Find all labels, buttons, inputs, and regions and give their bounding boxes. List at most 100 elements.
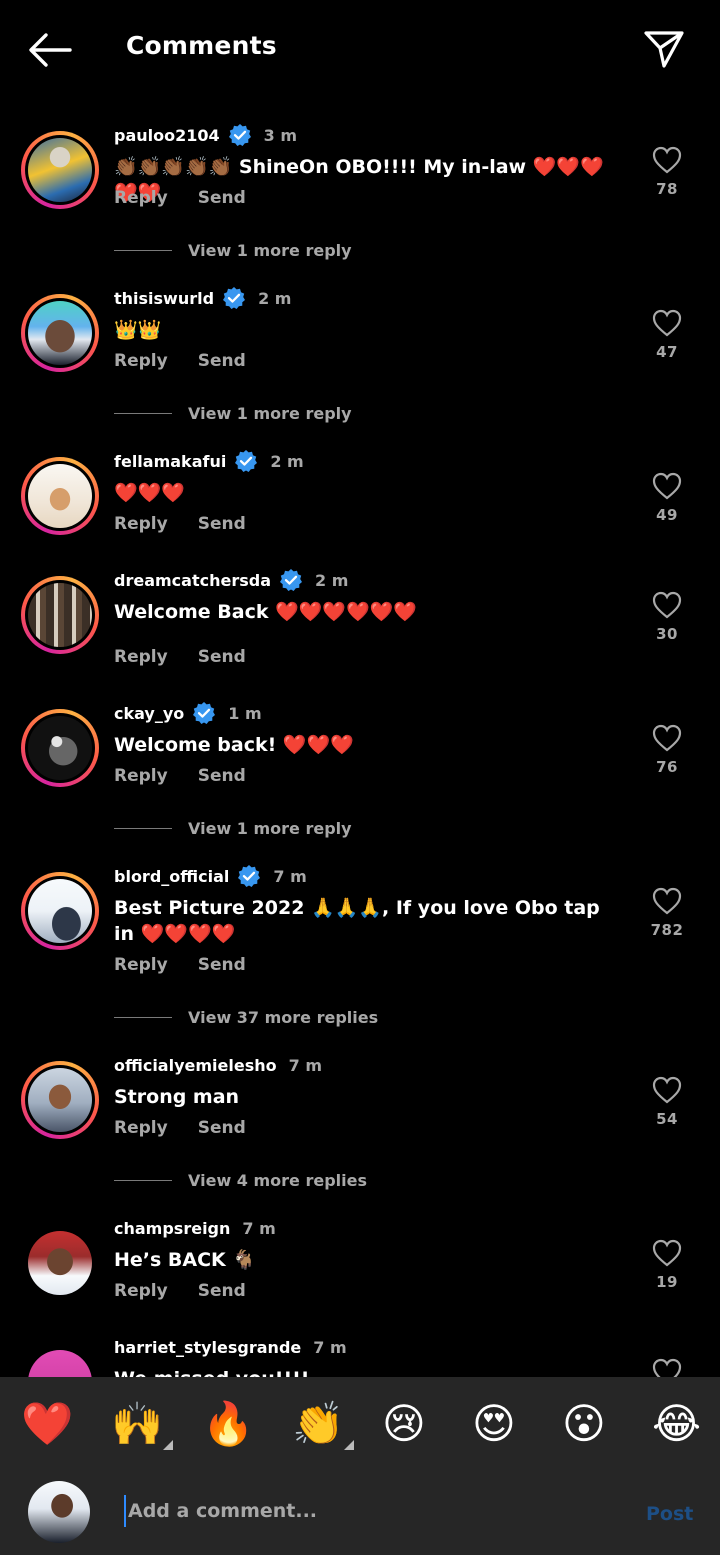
- reply-button[interactable]: Reply: [114, 514, 168, 534]
- comment-username[interactable]: thisiswurld: [114, 289, 214, 308]
- view-more-replies-label: View 37 more replies: [188, 1008, 379, 1027]
- view-more-replies-label: View 1 more reply: [188, 404, 352, 423]
- send-button[interactable]: Send: [198, 514, 246, 534]
- like-button[interactable]: 30: [648, 591, 686, 643]
- reply-button[interactable]: Reply: [114, 188, 168, 208]
- like-count: 78: [656, 180, 678, 198]
- like-button[interactable]: 47: [648, 309, 686, 361]
- comment-composer: Post: [0, 1469, 720, 1555]
- current-user-avatar: [28, 1481, 90, 1543]
- send-button[interactable]: Send: [198, 188, 246, 208]
- story-avatar[interactable]: [21, 872, 99, 950]
- reply-divider: [114, 1017, 172, 1018]
- avatar[interactable]: [21, 1343, 99, 1377]
- page-title: Comments: [126, 31, 277, 60]
- story-avatar[interactable]: [21, 294, 99, 372]
- heart-icon: [652, 1239, 682, 1267]
- comment-username[interactable]: officialyemielesho: [114, 1056, 277, 1075]
- emoji-heart-eyes[interactable]: 😍: [472, 1400, 516, 1448]
- emoji-fire[interactable]: 🔥: [202, 1400, 254, 1448]
- skin-tone-indicator-icon: [163, 1440, 174, 1450]
- emoji-reaction-bar: ❤️ 🙌 🔥 👏 😢 😍 😮 😂: [0, 1377, 720, 1469]
- view-more-replies[interactable]: View 4 more replies: [114, 1171, 367, 1190]
- comment-username[interactable]: ckay_yo: [114, 704, 184, 723]
- comment-time: 1 m: [228, 703, 262, 723]
- emoji-heart[interactable]: ❤️: [21, 1400, 73, 1448]
- comment-time: 7 m: [288, 1055, 322, 1075]
- story-avatar[interactable]: [21, 709, 99, 787]
- view-more-replies-label: View 1 more reply: [188, 241, 352, 260]
- view-more-replies[interactable]: View 1 more reply: [114, 819, 352, 838]
- comment-username[interactable]: champsreign: [114, 1219, 230, 1238]
- like-button[interactable]: 19: [648, 1239, 686, 1291]
- heart-icon: [652, 887, 682, 915]
- emoji-laughing[interactable]: 😂: [652, 1400, 701, 1448]
- comment-username[interactable]: blord_official: [114, 867, 229, 886]
- verified-badge-icon: [237, 864, 261, 888]
- comment-time: 7 m: [242, 1218, 276, 1238]
- verified-badge-icon: [234, 449, 258, 473]
- comment-username[interactable]: dreamcatchersda: [114, 571, 271, 590]
- avatar[interactable]: [21, 1224, 99, 1302]
- emoji-raising-hands-glyph: 🙌: [111, 1399, 164, 1448]
- send-button[interactable]: Send: [198, 766, 246, 786]
- send-button[interactable]: Send: [198, 955, 246, 975]
- like-button[interactable]: 76: [648, 724, 686, 776]
- post-button[interactable]: Post: [646, 1503, 693, 1525]
- like-count: 49: [656, 506, 678, 524]
- heart-icon: [652, 309, 682, 337]
- like-count: 782: [650, 921, 684, 939]
- comment-username[interactable]: harriet_stylesgrande: [114, 1338, 301, 1357]
- reply-button[interactable]: Reply: [114, 1118, 168, 1138]
- comment-username[interactable]: fellamakafui: [114, 452, 226, 471]
- send-button[interactable]: Send: [198, 351, 246, 371]
- view-more-replies[interactable]: View 37 more replies: [114, 1008, 378, 1027]
- like-button[interactable]: 54: [648, 1076, 686, 1128]
- reply-divider: [114, 828, 172, 829]
- reply-divider: [114, 1180, 172, 1181]
- emoji-surprised[interactable]: 😮: [562, 1400, 606, 1448]
- emoji-crying[interactable]: 😢: [382, 1400, 426, 1448]
- send-button[interactable]: Send: [198, 647, 246, 667]
- view-more-replies[interactable]: View 1 more reply: [114, 241, 352, 260]
- like-button[interactable]: [648, 1358, 686, 1377]
- comment-text: ❤️❤️❤️: [114, 482, 185, 504]
- view-more-replies-label: View 1 more reply: [188, 819, 352, 838]
- verified-badge-icon: [192, 701, 216, 725]
- comment-text: 👑👑: [114, 319, 162, 341]
- like-button[interactable]: 782: [648, 887, 686, 939]
- story-avatar[interactable]: [21, 576, 99, 654]
- heart-icon: [652, 724, 682, 752]
- send-button[interactable]: Send: [198, 1118, 246, 1138]
- like-count: 19: [656, 1273, 678, 1291]
- share-paper-plane-icon[interactable]: [642, 28, 686, 70]
- comment-time: 7 m: [273, 866, 307, 886]
- view-more-replies[interactable]: View 1 more reply: [114, 404, 352, 423]
- comment-username[interactable]: pauloo2104: [114, 126, 220, 145]
- reply-button[interactable]: Reply: [114, 955, 168, 975]
- header-bar: Comments: [0, 0, 720, 100]
- story-avatar[interactable]: [21, 457, 99, 535]
- story-avatar[interactable]: [21, 131, 99, 209]
- emoji-clapping-hands-glyph: 👏: [292, 1399, 345, 1448]
- comment-text: Best Picture 2022 🙏🙏🙏, If you love Obo t…: [114, 897, 600, 945]
- reply-button[interactable]: Reply: [114, 1281, 168, 1301]
- back-arrow-icon[interactable]: [26, 30, 72, 70]
- comment-text: He’s BACK 🐐: [114, 1249, 257, 1271]
- reply-button[interactable]: Reply: [114, 351, 168, 371]
- comment-input[interactable]: [124, 1495, 604, 1527]
- emoji-raising-hands[interactable]: 🙌: [111, 1399, 174, 1450]
- reply-button[interactable]: Reply: [114, 647, 168, 667]
- story-avatar[interactable]: [21, 1061, 99, 1139]
- emoji-clapping-hands[interactable]: 👏: [292, 1399, 355, 1450]
- comments-list[interactable]: pauloo2104 3 m 👏🏾👏🏾👏🏾👏🏾👏🏾 ShineOn OBO!!!…: [0, 100, 720, 1377]
- send-button[interactable]: Send: [198, 1281, 246, 1301]
- view-more-replies-label: View 4 more replies: [188, 1171, 368, 1190]
- reply-divider: [114, 413, 172, 414]
- heart-icon: [652, 591, 682, 619]
- heart-icon: [652, 1358, 682, 1377]
- like-button[interactable]: 78: [648, 146, 686, 198]
- reply-button[interactable]: Reply: [114, 766, 168, 786]
- comment-time: 2 m: [270, 451, 304, 471]
- like-button[interactable]: 49: [648, 472, 686, 524]
